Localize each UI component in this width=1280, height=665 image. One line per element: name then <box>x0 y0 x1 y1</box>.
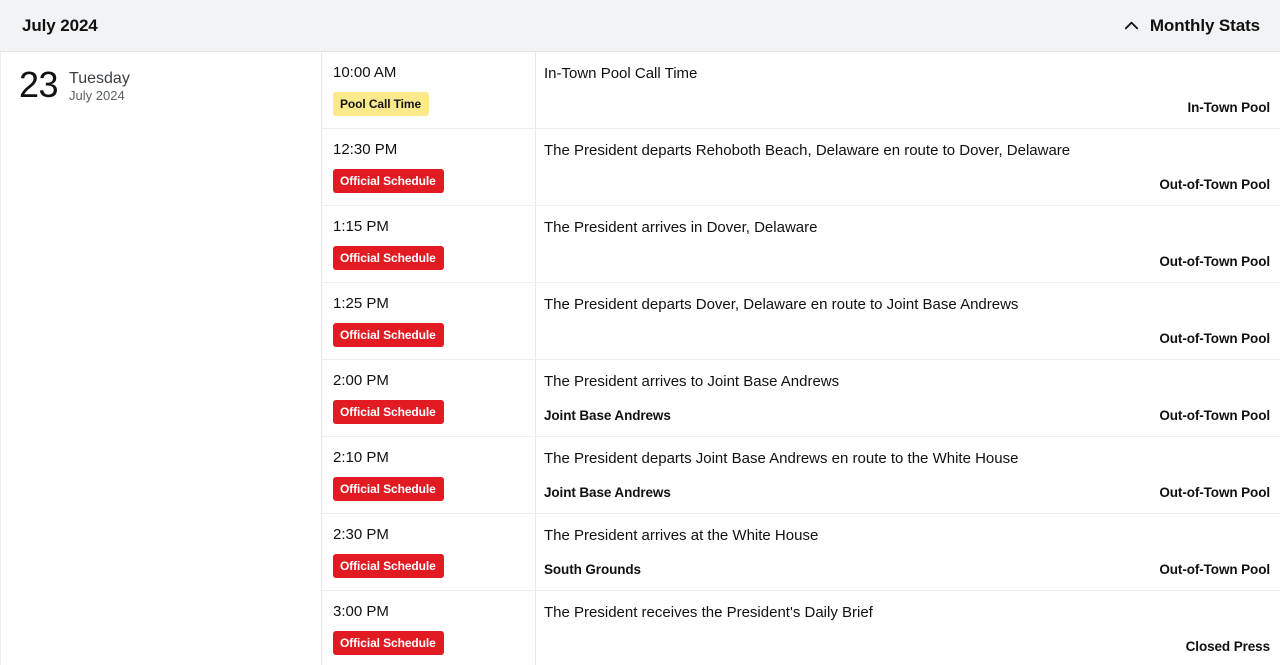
day-meta: Tuesday July 2024 <box>69 66 130 104</box>
day-header: 23 Tuesday July 2024 <box>19 66 321 104</box>
schedule-grid: 23 Tuesday July 2024 10:00 AM Pool Call T… <box>0 52 1280 665</box>
event-detail-cell: The President arrives at the White House… <box>536 514 1280 590</box>
event-time: 10:00 AM <box>333 64 397 81</box>
event-location: South Grounds <box>544 562 641 577</box>
event-location: Joint Base Andrews <box>544 485 671 500</box>
event-detail-cell: The President arrives to Joint Base Andr… <box>536 360 1280 436</box>
event-description: The President departs Joint Base Andrews… <box>544 450 1019 467</box>
event-description: The President arrives to Joint Base Andr… <box>544 373 840 390</box>
monthly-stats-toggle[interactable]: Monthly Stats <box>1122 16 1260 36</box>
event-coverage: Closed Press <box>1185 639 1270 654</box>
event-coverage: Out-of-Town Pool <box>1159 485 1270 500</box>
event-row[interactable]: 2:00 PM Official Schedule The President ar… <box>322 360 1280 437</box>
event-description: The President receives the President's D… <box>544 604 873 621</box>
event-coverage: Out-of-Town Pool <box>1159 254 1270 269</box>
monthly-stats-label: Monthly Stats <box>1149 15 1260 35</box>
event-footer: South Grounds Out-of-Town Pool <box>544 551 1270 578</box>
event-detail-cell: The President departs Rehoboth Beach, De… <box>536 129 1280 205</box>
event-location: Joint Base Andrews <box>544 408 671 423</box>
event-time: 2:30 PM <box>333 526 389 543</box>
event-footer: Joint Base Andrews Out-of-Town Pool <box>544 397 1270 424</box>
event-row[interactable]: 2:10 PM Official Schedule The President de… <box>322 437 1280 514</box>
event-time-cell: 2:00 PM Official Schedule <box>322 360 536 436</box>
event-description: The President arrives at the White House <box>544 527 819 544</box>
event-time-cell: 2:10 PM Official Schedule <box>322 437 536 513</box>
event-time-cell: 10:00 AM Pool Call Time <box>322 52 536 128</box>
event-row[interactable]: 10:00 AM Pool Call Time In-Town Pool Call … <box>322 52 1280 129</box>
event-description: The President arrives in Dover, Delaware <box>544 219 818 236</box>
event-detail-cell: The President receives the President's D… <box>536 591 1280 665</box>
event-detail-cell: The President departs Dover, Delaware en… <box>536 283 1280 359</box>
page-title: July 2024 <box>22 15 98 35</box>
event-detail-cell: The President arrives in Dover, Delaware… <box>536 206 1280 282</box>
chevron-up-icon <box>1122 16 1141 35</box>
day-number: 23 <box>19 64 59 105</box>
event-coverage: In-Town Pool <box>1187 100 1270 115</box>
event-time-cell: 3:00 PM Official Schedule <box>322 591 536 665</box>
event-type-badge[interactable]: Official Schedule <box>333 631 444 655</box>
event-time: 1:25 PM <box>333 295 389 312</box>
event-row[interactable]: 1:15 PM Official Schedule The President ar… <box>322 206 1280 283</box>
event-time-cell: 2:30 PM Official Schedule <box>322 514 536 590</box>
event-coverage: Out-of-Town Pool <box>1159 408 1270 423</box>
event-coverage: Out-of-Town Pool <box>1159 562 1270 577</box>
event-coverage: Out-of-Town Pool <box>1159 331 1270 346</box>
day-column: 23 Tuesday July 2024 <box>1 52 322 665</box>
event-type-badge[interactable]: Official Schedule <box>333 169 444 193</box>
event-footer: Closed Press <box>544 628 1270 655</box>
event-description: In-Town Pool Call Time <box>544 65 698 82</box>
event-row[interactable]: 12:30 PM Official Schedule The President d… <box>322 129 1280 206</box>
event-time-cell: 12:30 PM Official Schedule <box>322 129 536 205</box>
header-bar: July 2024 Monthly Stats <box>0 0 1280 52</box>
day-weekday: Tuesday <box>69 70 130 87</box>
event-description: The President departs Dover, Delaware en… <box>544 296 1019 313</box>
event-detail-cell: In-Town Pool Call Time In-Town Pool <box>536 52 1280 128</box>
event-footer: Out-of-Town Pool <box>544 243 1270 270</box>
event-time: 12:30 PM <box>333 141 398 158</box>
day-month-year: July 2024 <box>69 88 125 103</box>
event-type-badge[interactable]: Official Schedule <box>333 554 444 578</box>
event-time-cell: 1:15 PM Official Schedule <box>322 206 536 282</box>
event-row[interactable]: 2:30 PM Official Schedule The President ar… <box>322 514 1280 591</box>
event-detail-cell: The President departs Joint Base Andrews… <box>536 437 1280 513</box>
event-type-badge[interactable]: Official Schedule <box>333 323 444 347</box>
event-time-cell: 1:25 PM Official Schedule <box>322 283 536 359</box>
event-type-badge[interactable]: Pool Call Time <box>333 92 430 116</box>
event-row[interactable]: 3:00 PM Official Schedule The President re… <box>322 591 1280 665</box>
event-description: The President departs Rehoboth Beach, De… <box>544 142 1071 159</box>
event-footer: Joint Base Andrews Out-of-Town Pool <box>544 474 1270 501</box>
event-row[interactable]: 1:25 PM Official Schedule The President de… <box>322 283 1280 360</box>
event-footer: Out-of-Town Pool <box>544 166 1270 193</box>
event-time: 2:10 PM <box>333 449 389 466</box>
events-column: 10:00 AM Pool Call Time In-Town Pool Call … <box>322 52 1280 665</box>
event-footer: Out-of-Town Pool <box>544 320 1270 347</box>
event-footer: In-Town Pool <box>544 89 1270 116</box>
event-type-badge[interactable]: Official Schedule <box>333 400 444 424</box>
event-type-badge[interactable]: Official Schedule <box>333 477 444 501</box>
event-coverage: Out-of-Town Pool <box>1159 177 1270 192</box>
event-time: 2:00 PM <box>333 372 389 389</box>
event-time: 3:00 PM <box>333 603 389 620</box>
event-type-badge[interactable]: Official Schedule <box>333 246 444 270</box>
event-time: 1:15 PM <box>333 218 389 235</box>
